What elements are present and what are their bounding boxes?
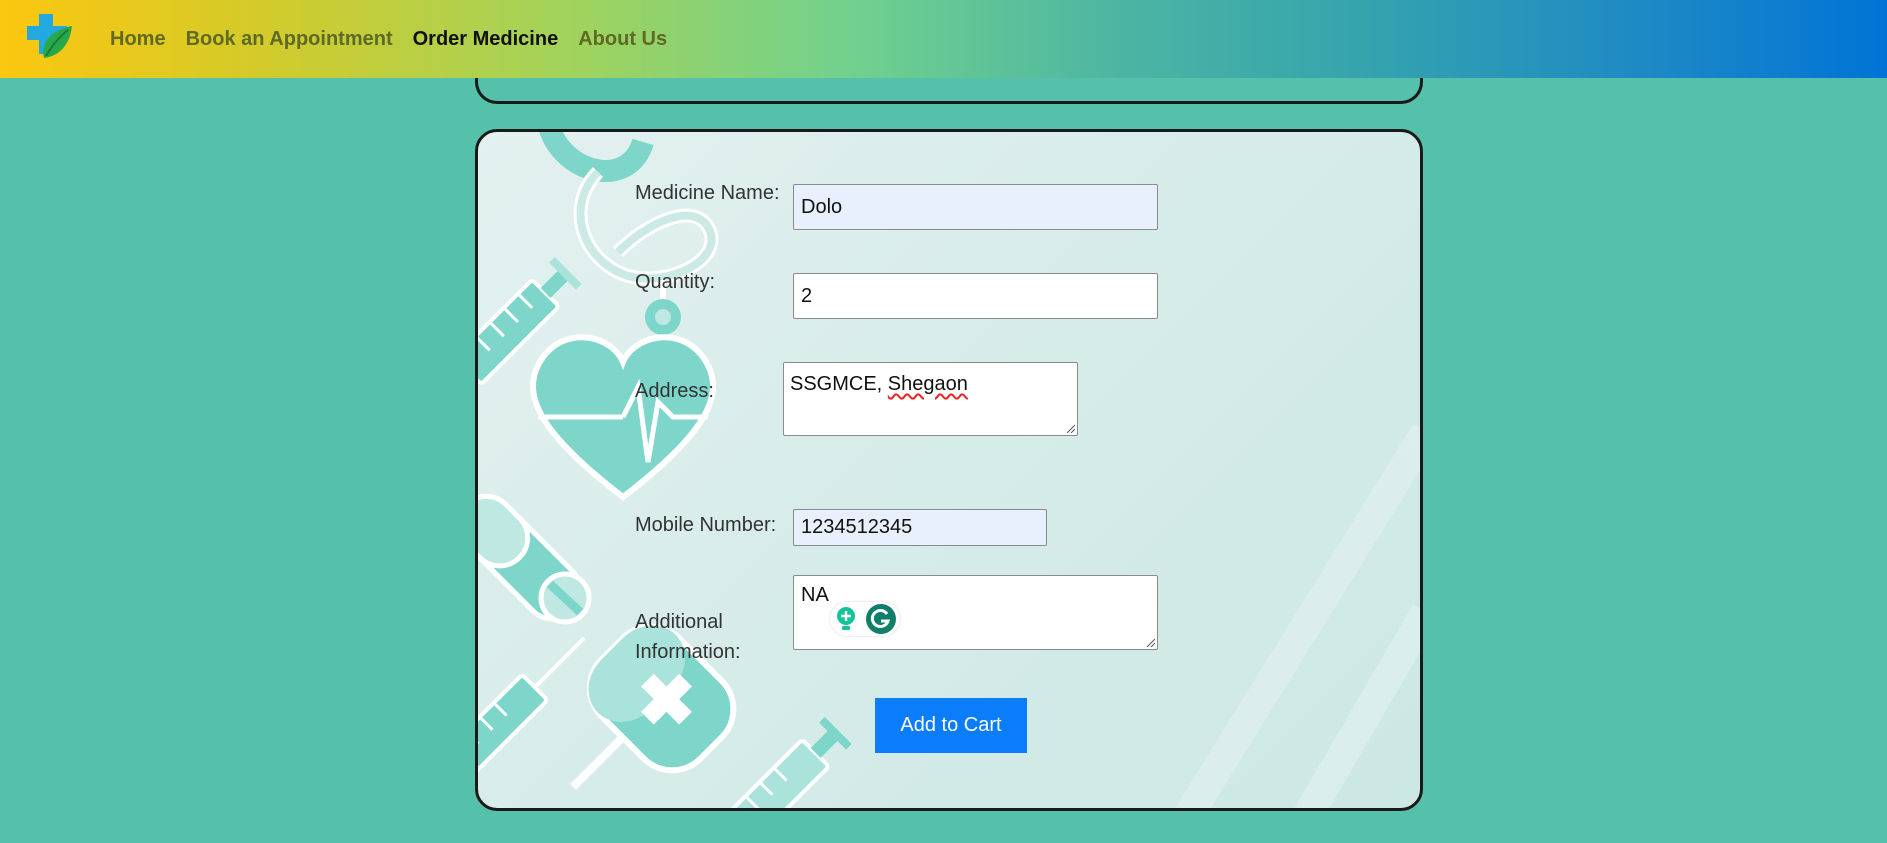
address-text-misspelled: Shegaon (887, 373, 968, 395)
resize-grip-icon[interactable] (1065, 423, 1075, 433)
additional-info-label-line2: Information: (635, 641, 741, 663)
mobile-number-label: Mobile Number: (635, 514, 777, 536)
order-medicine-card: Medicine Name: Quantity: Address: SSGMCE… (475, 129, 1423, 811)
syringe-icon (478, 636, 586, 779)
additional-info-label-line1: Additional (635, 611, 723, 633)
grammarly-widget[interactable] (830, 602, 900, 636)
address-label: Address: (635, 380, 714, 402)
quantity-label: Quantity: (635, 271, 716, 293)
mobile-number-input[interactable] (793, 509, 1047, 546)
nav-order-medicine-link[interactable]: Order Medicine (413, 28, 559, 51)
resize-grip-icon[interactable] (1145, 637, 1155, 647)
quantity-input[interactable] (793, 273, 1158, 319)
syringe-icon (724, 716, 852, 808)
grammarly-logo-icon[interactable] (865, 603, 897, 635)
nav-about-us-link[interactable]: About Us (578, 28, 667, 51)
address-textarea[interactable]: SSGMCE, Shegaon (783, 362, 1078, 436)
heart-pulse-icon (530, 334, 716, 501)
nav-links: Home Book an Appointment Order Medicine … (110, 0, 687, 78)
grammarly-suggestion-icon[interactable] (834, 606, 858, 632)
nav-book-appointment-link[interactable]: Book an Appointment (186, 28, 393, 51)
medical-cross-leaf-logo-icon[interactable] (26, 12, 74, 62)
add-to-cart-button[interactable]: Add to Cart (875, 698, 1027, 753)
medicine-name-input[interactable] (793, 184, 1158, 230)
medicine-name-label: Medicine Name: (635, 182, 780, 204)
additional-info-text: NA (801, 584, 829, 606)
stethoscope-icon (539, 132, 719, 335)
nav-home-link[interactable]: Home (110, 28, 166, 51)
pill-tablet-icon (538, 571, 592, 625)
address-text: SSGMCE, (790, 373, 888, 395)
top-navbar: Home Book an Appointment Order Medicine … (0, 0, 1887, 78)
